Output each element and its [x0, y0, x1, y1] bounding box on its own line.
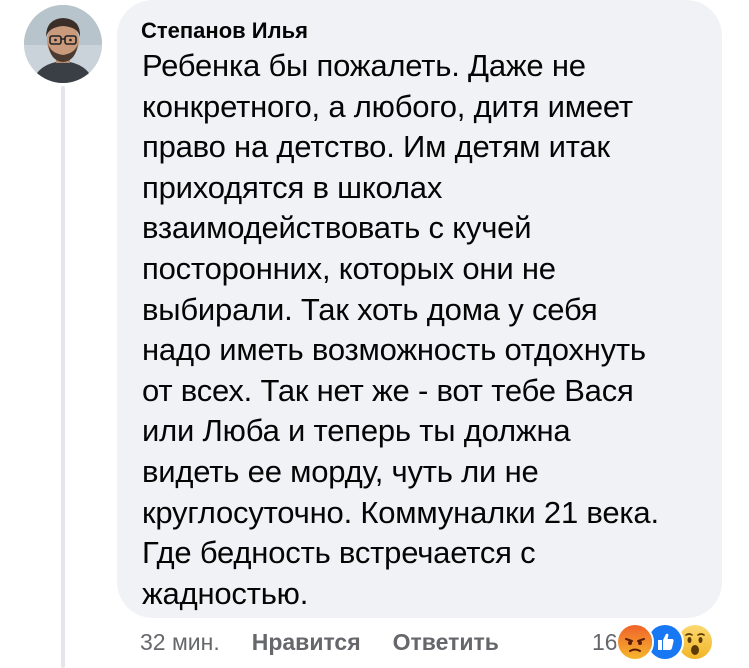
comment-text-line: приходятся в школах	[142, 169, 443, 205]
comment-text: Ребенка бы пожалеть. Даже не конкретного…	[142, 46, 702, 614]
avatar-image	[24, 5, 102, 83]
comment-text-line: круглосуточно. Коммуналки 21 века.	[142, 494, 659, 530]
comment-text-line: посторонних, которых они не	[142, 250, 556, 286]
reply-button[interactable]: Ответить	[393, 629, 499, 656]
thread-connector-line	[61, 86, 65, 668]
comment-text-line: право на детство. Им детям итак	[142, 129, 610, 165]
comment-text-line: взаимодействовать с кучей	[142, 210, 532, 246]
comment-text-line: Где бедность встречается с	[142, 535, 536, 571]
comment-text-line: Ребенка бы пожалеть. Даже не	[142, 48, 586, 83]
comment-text-line: надо иметь возможность отдохнуть	[142, 332, 646, 368]
reactions-count: 16	[592, 628, 618, 655]
comment-bubble: Степанов Илья Ребенка бы пожалеть. Даже …	[117, 0, 722, 618]
comment-text-line: от всех. Так нет же - вот тебе Вася	[142, 372, 634, 408]
avatar[interactable]	[24, 5, 102, 83]
comment-text-line: видеть ее морду, чуть ли не	[142, 453, 539, 489]
comment-author-name[interactable]: Степанов Илья	[141, 16, 702, 46]
comment-text-line: выбирали. Так хоть дома у себя	[142, 291, 598, 327]
comment-text-line: жадностью.	[142, 575, 309, 611]
comment-text-line: или Люба и теперь ты должна	[142, 413, 571, 449]
reactions-summary[interactable]: 16	[592, 622, 714, 662]
comment-thread: Степанов Илья Ребенка бы пожалеть. Даже …	[0, 0, 749, 668]
comment-actions: 32 мин. Нравится Ответить	[140, 624, 499, 660]
angry-reaction-icon	[615, 623, 654, 661]
comment-timestamp[interactable]: 32 мин.	[140, 629, 220, 656]
comment-text-line: конкретного, а любого, дитя имеет	[142, 88, 633, 124]
like-button[interactable]: Нравится	[252, 629, 361, 656]
